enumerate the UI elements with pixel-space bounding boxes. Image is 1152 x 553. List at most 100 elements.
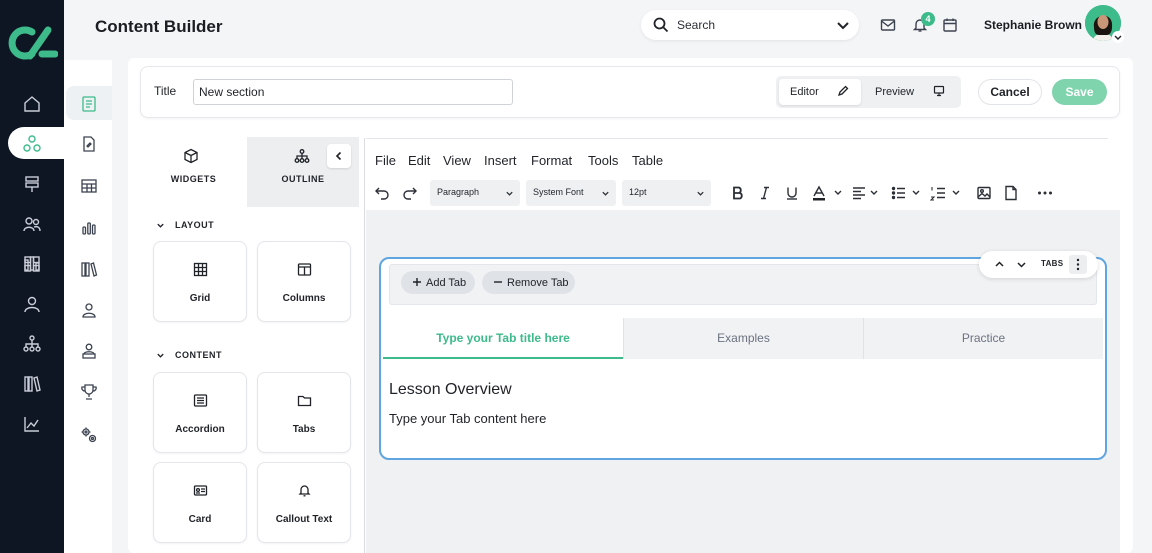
menu-table[interactable]: Table [632,153,663,168]
columns-icon [297,262,312,277]
widget-accordion[interactable]: Accordion [153,372,247,453]
trend-icon[interactable] [22,414,42,434]
numbered-list-icon[interactable] [930,185,962,201]
save-button[interactable]: Save [1052,79,1107,105]
books-icon[interactable] [22,374,42,394]
italic-icon[interactable] [757,185,773,201]
file-icon[interactable] [1003,185,1019,201]
tab-row: Type your Tab title here Examples Practi… [383,318,1103,359]
more-vertical-icon [1076,258,1080,271]
chevron-down-icon [157,353,164,358]
mail-icon[interactable] [880,17,896,33]
tab-content-heading[interactable]: Lesson Overview [389,381,512,399]
preview-mode-button[interactable]: Preview [864,79,958,105]
brand-logo[interactable] [8,24,58,64]
accordion-icon [193,393,208,408]
chevron-down-icon [602,191,609,196]
tab-title-1[interactable]: Type your Tab title here [383,318,623,359]
bar-chart-icon[interactable] [80,219,98,237]
widget-callout-text-label: Callout Text [275,514,333,525]
menu-edit[interactable]: Edit [408,153,430,168]
page-scrollbar[interactable] [1145,0,1152,553]
calendar-icon[interactable] [942,17,958,33]
add-tab-button[interactable]: Add Tab [401,271,475,294]
font-size-select[interactable]: 12pt [622,180,711,206]
bullet-list-icon[interactable] [891,185,923,201]
document-icon[interactable] [80,95,98,113]
widget-accordion-label: Accordion [175,424,225,435]
widget-card[interactable]: Card [153,462,247,543]
trophy-icon[interactable] [80,383,98,401]
tab-examples[interactable]: Examples [623,318,863,359]
bell-icon [297,483,312,498]
grid-icon[interactable] [22,254,42,274]
block-more-button[interactable] [1069,255,1087,274]
bold-icon[interactable] [730,185,746,201]
chevron-up-icon[interactable] [994,259,1005,270]
person-badge-icon[interactable] [80,342,98,360]
block-format-select[interactable]: Paragraph [430,180,520,206]
widget-callout-text[interactable]: Callout Text [257,462,351,543]
editor-mode-button[interactable]: Editor [779,79,861,105]
editor-divider [364,138,365,553]
hierarchy-icon[interactable] [22,334,42,354]
block-format-value: Paragraph [437,187,480,197]
tab-widgets-label: WIDGETS [170,174,217,184]
cancel-button[interactable]: Cancel [978,79,1042,105]
user-icon[interactable] [22,294,42,314]
hierarchy-icon [294,148,310,164]
user-menu-chevron-icon[interactable] [1112,31,1124,43]
title-label: Title [154,84,177,98]
widget-columns[interactable]: Columns [257,241,351,322]
remove-tab-button[interactable]: Remove Tab [482,271,575,294]
block-toolbar: TABS [979,251,1098,278]
remove-tab-label: Remove Tab [507,277,569,289]
align-icon[interactable] [851,185,881,201]
cube-icon [183,148,199,164]
main-nav-rail [0,0,64,553]
search-bar[interactable]: Search [641,10,859,40]
user-name[interactable]: Stephanie Brown [984,18,1082,32]
title-input[interactable] [193,79,513,105]
tab-outline-label: OUTLINE [281,174,325,184]
users-icon[interactable] [22,214,42,234]
menu-tools[interactable]: Tools [588,153,618,168]
pencil-icon [837,85,849,97]
font-family-select[interactable]: System Font [526,180,616,206]
underline-icon[interactable] [784,185,800,201]
menu-view[interactable]: View [443,153,471,168]
signpost-icon[interactable] [22,174,42,194]
menu-file[interactable]: File [375,153,396,168]
undo-icon[interactable] [374,185,390,201]
redo-icon[interactable] [402,185,418,201]
chevron-down-icon [697,191,704,196]
chevron-down-icon[interactable] [833,15,853,35]
widget-card-label: Card [188,514,212,525]
font-size-value: 12pt [629,187,647,197]
table-icon[interactable] [80,177,98,195]
collapse-panel-button[interactable] [327,144,351,168]
image-icon[interactable] [976,185,992,201]
grid-icon [193,262,208,277]
more-horizontal-icon[interactable] [1037,185,1053,201]
tab-practice[interactable]: Practice [863,318,1103,359]
gears-icon[interactable] [80,426,98,444]
home-icon[interactable] [22,94,42,114]
person-icon[interactable] [80,301,98,319]
widget-grid[interactable]: Grid [153,241,247,322]
menu-format[interactable]: Format [531,153,572,168]
tab-content-body[interactable]: Type your Tab content here [389,411,546,426]
file-edit-icon[interactable] [80,135,98,153]
chevron-down-icon[interactable] [1016,259,1027,270]
library-icon[interactable] [80,260,98,278]
tab-widgets[interactable]: WIDGETS [140,137,247,207]
widgets-icon[interactable] [22,134,42,154]
search-input[interactable]: Search [677,18,715,32]
menu-insert[interactable]: Insert [484,153,517,168]
id-card-icon [193,483,208,498]
widget-tabs-label: Tabs [292,424,316,435]
text-color-icon[interactable] [811,185,843,201]
widget-tabs[interactable]: Tabs [257,372,351,453]
monitor-icon [933,85,945,97]
editor-top-border [366,138,1108,139]
